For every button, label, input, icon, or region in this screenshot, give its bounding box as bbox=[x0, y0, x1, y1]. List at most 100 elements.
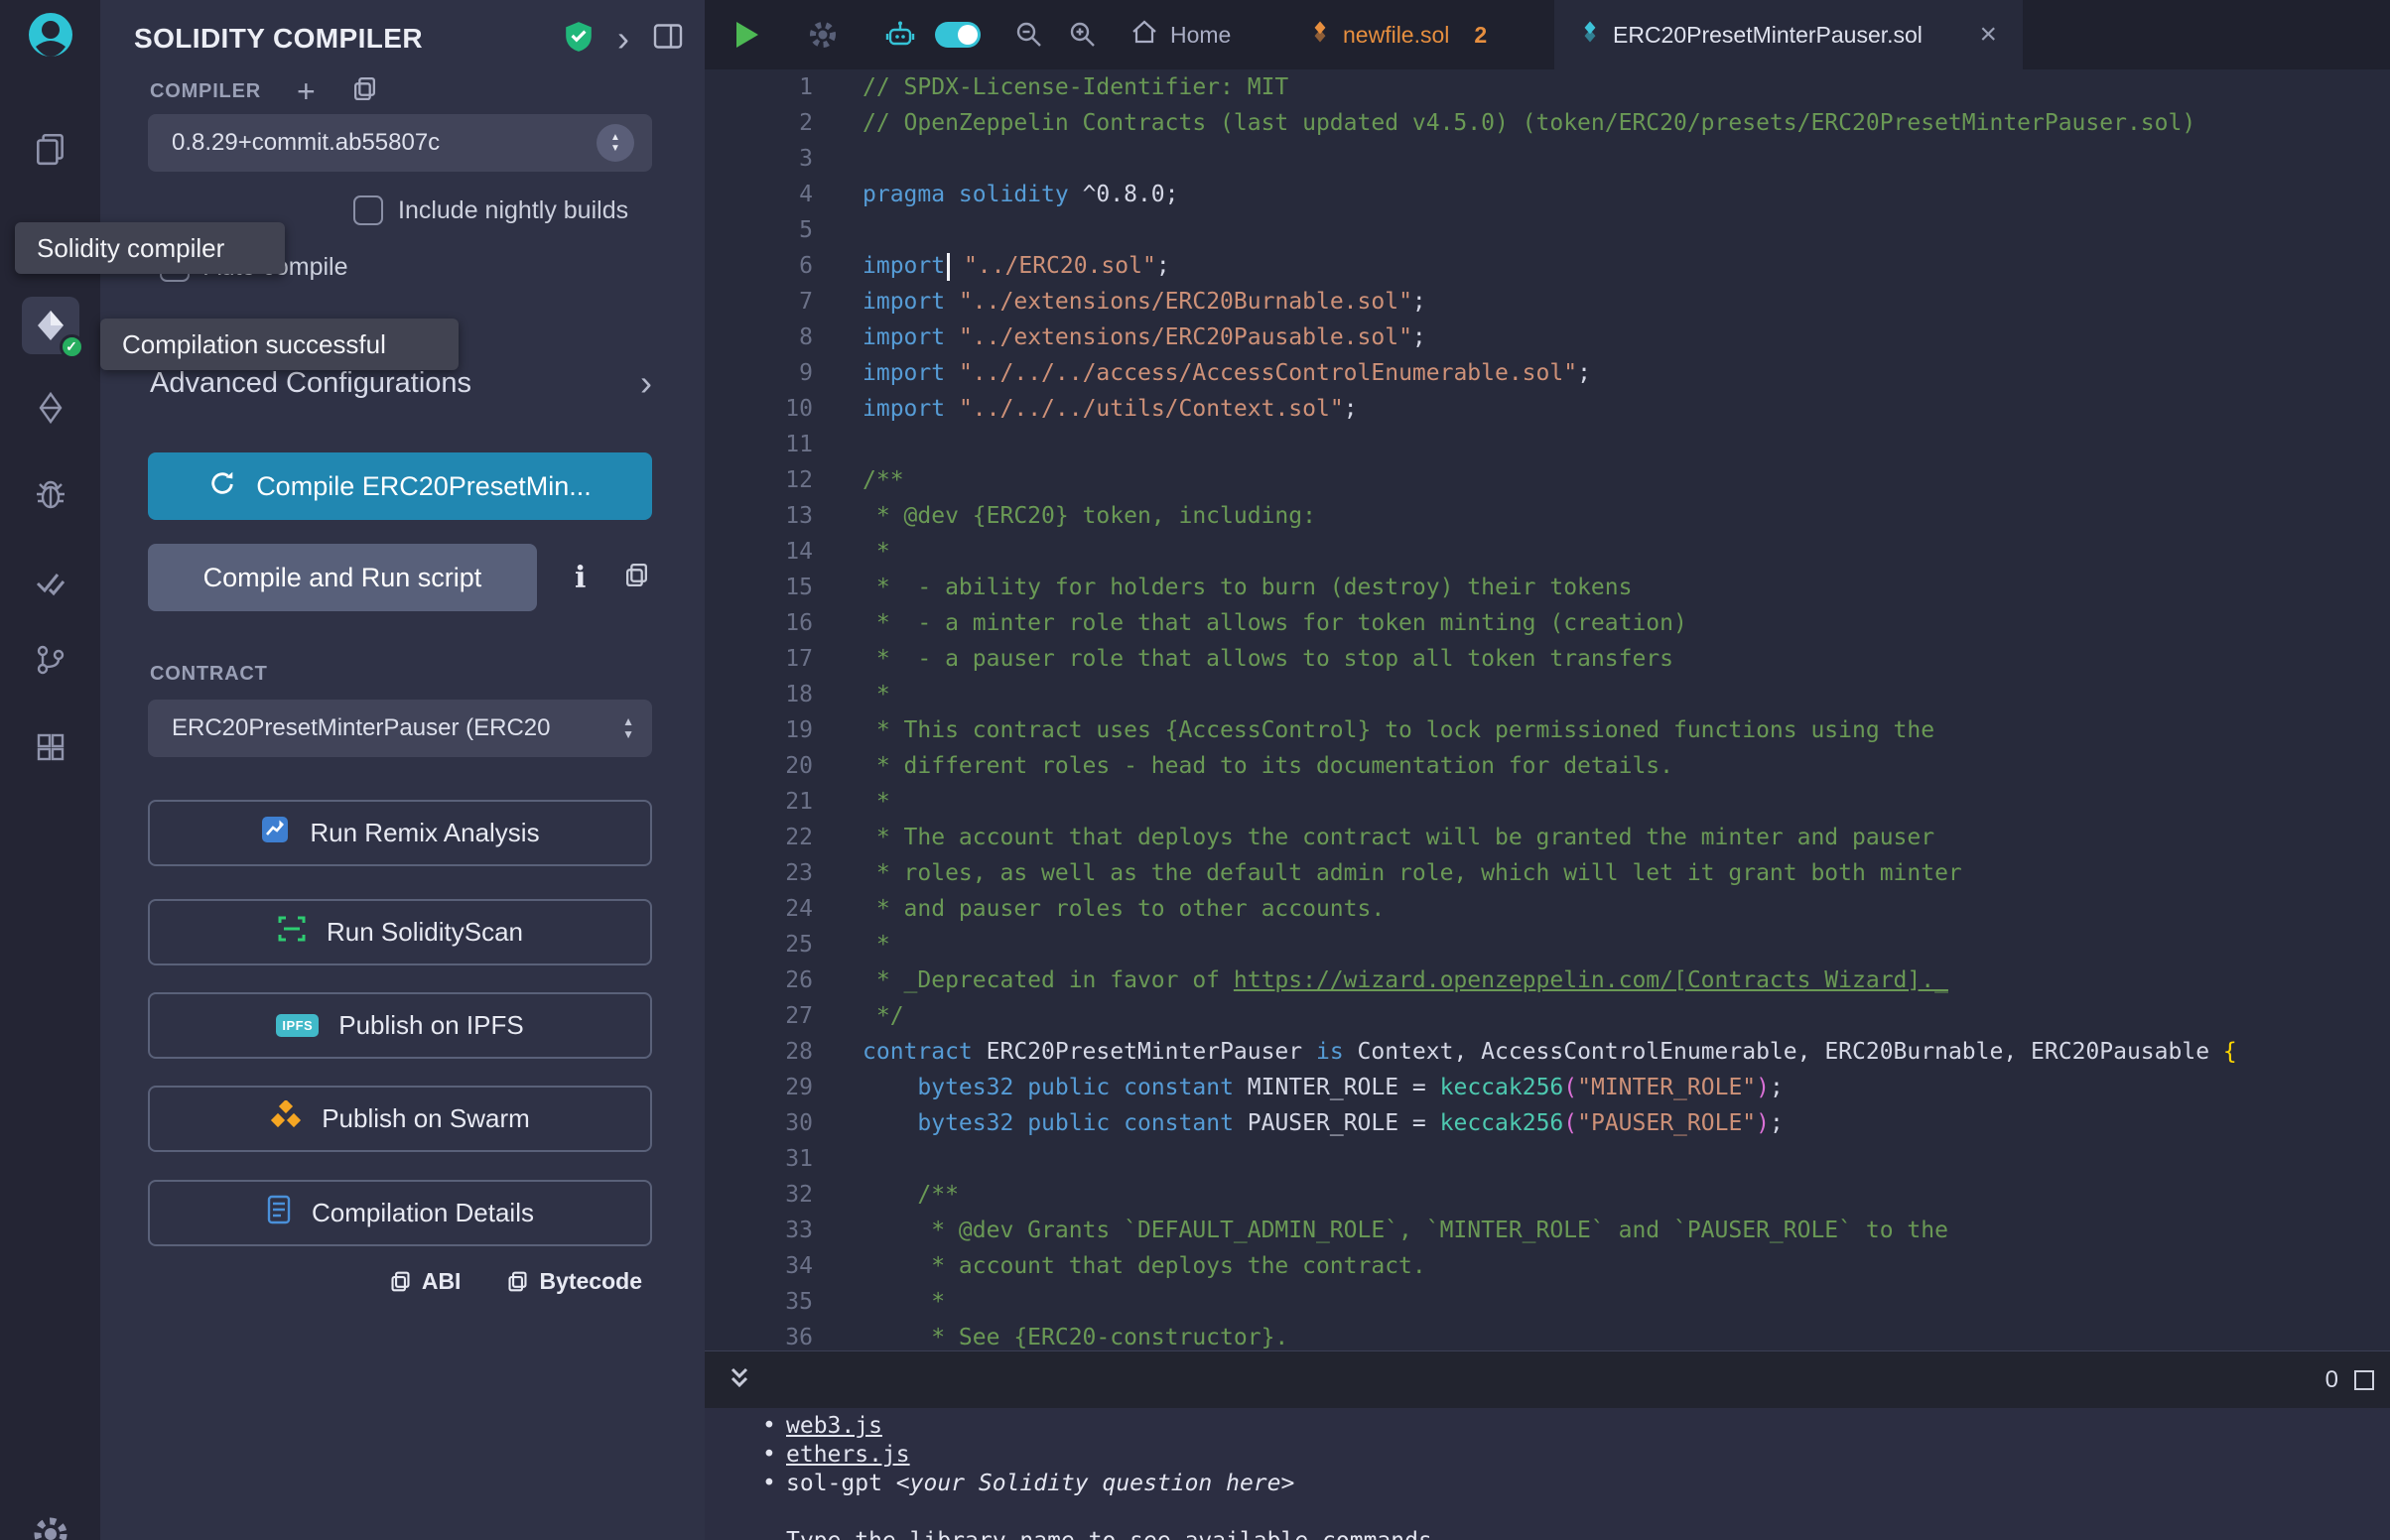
compile-and-run-button[interactable]: Compile and Run script bbox=[148, 544, 537, 611]
code-line[interactable] bbox=[863, 1141, 2390, 1177]
file-explorer-icon[interactable] bbox=[33, 131, 68, 167]
code-line[interactable]: * @dev {ERC20} token, including: bbox=[863, 498, 2390, 534]
code-line[interactable]: // OpenZeppelin Contracts (last updated … bbox=[863, 105, 2390, 141]
copy-bytecode-button[interactable]: Bytecode bbox=[506, 1268, 642, 1295]
copy-script-icon[interactable] bbox=[623, 562, 650, 593]
code-line[interactable] bbox=[863, 427, 2390, 462]
line-number[interactable]: 30 bbox=[705, 1105, 813, 1141]
line-number[interactable]: 35 bbox=[705, 1284, 813, 1320]
run-remix-analysis-button[interactable]: Run Remix Analysis bbox=[148, 800, 652, 866]
code-line[interactable]: bytes32 public constant PAUSER_ROLE = ke… bbox=[863, 1105, 2390, 1141]
compiler-version-select[interactable]: 0.8.29+commit.ab55807c ▲▼ bbox=[148, 114, 652, 172]
publish-ipfs-button[interactable]: IPFS Publish on IPFS bbox=[148, 992, 652, 1059]
line-number[interactable]: 14 bbox=[705, 534, 813, 570]
code-line[interactable]: * - a minter role that allows for token … bbox=[863, 605, 2390, 641]
pin-panel-icon[interactable] bbox=[653, 23, 683, 55]
close-tab-icon[interactable]: × bbox=[1979, 20, 1997, 50]
editor-gutter[interactable]: 1234567891011121314151617181920212223242… bbox=[705, 69, 839, 1350]
line-number[interactable]: 15 bbox=[705, 570, 813, 605]
line-number[interactable]: 28 bbox=[705, 1034, 813, 1070]
line-number[interactable]: 4 bbox=[705, 177, 813, 212]
code-line[interactable]: import "../../../utils/Context.sol"; bbox=[863, 391, 2390, 427]
code-line[interactable]: * - a pauser role that allows to stop al… bbox=[863, 641, 2390, 677]
compilation-details-button[interactable]: Compilation Details bbox=[148, 1180, 652, 1246]
plugin-manager-icon[interactable] bbox=[34, 730, 67, 764]
line-number[interactable]: 27 bbox=[705, 998, 813, 1034]
chevron-right-icon[interactable]: › bbox=[617, 21, 629, 57]
code-line[interactable] bbox=[863, 212, 2390, 248]
copy-version-icon[interactable] bbox=[351, 75, 378, 107]
git-icon[interactable] bbox=[34, 643, 67, 677]
terminal-link[interactable]: ethers.js bbox=[786, 1442, 910, 1468]
script-config-gear-icon[interactable] bbox=[808, 20, 838, 50]
code-line[interactable]: * See {ERC20-constructor}. bbox=[863, 1320, 2390, 1350]
line-number[interactable]: 21 bbox=[705, 784, 813, 820]
terminal-search-icon[interactable] bbox=[2354, 1370, 2374, 1390]
code-line[interactable]: * bbox=[863, 927, 2390, 962]
run-solidityscan-button[interactable]: Run SolidityScan bbox=[148, 899, 652, 965]
line-number[interactable]: 19 bbox=[705, 712, 813, 748]
line-number[interactable]: 3 bbox=[705, 141, 813, 177]
collapse-terminal-icon[interactable] bbox=[725, 1362, 754, 1397]
code-line[interactable]: * account that deploys the contract. bbox=[863, 1248, 2390, 1284]
code-line[interactable] bbox=[863, 141, 2390, 177]
line-number[interactable]: 17 bbox=[705, 641, 813, 677]
code-line[interactable]: import "../../../access/AccessControlEnu… bbox=[863, 355, 2390, 391]
run-script-play-icon[interactable] bbox=[732, 20, 760, 50]
tab-newfile[interactable]: newfile.sol 2 bbox=[1300, 0, 1497, 69]
code-line[interactable]: * bbox=[863, 677, 2390, 712]
code-line[interactable]: import "../extensions/ERC20Pausable.sol"… bbox=[863, 320, 2390, 355]
code-line[interactable]: contract ERC20PresetMinterPauser is Cont… bbox=[863, 1034, 2390, 1070]
line-number[interactable]: 5 bbox=[705, 212, 813, 248]
line-number[interactable]: 20 bbox=[705, 748, 813, 784]
zoom-out-icon[interactable] bbox=[1014, 20, 1044, 50]
line-number[interactable]: 11 bbox=[705, 427, 813, 462]
line-number[interactable]: 24 bbox=[705, 891, 813, 927]
line-number[interactable]: 36 bbox=[705, 1320, 813, 1350]
include-nightly-checkbox[interactable] bbox=[353, 195, 383, 225]
code-line[interactable]: import "../ERC20.sol"; bbox=[863, 248, 2390, 284]
ai-copilot-toggle[interactable] bbox=[935, 22, 981, 48]
code-line[interactable]: // SPDX-License-Identifier: MIT bbox=[863, 69, 2390, 105]
code-line[interactable]: /** bbox=[863, 1177, 2390, 1213]
tab-active-file[interactable]: ERC20PresetMinterPauser.sol × bbox=[1554, 0, 2023, 69]
add-compiler-icon[interactable]: + bbox=[297, 75, 316, 107]
code-line[interactable]: pragma solidity ^0.8.0; bbox=[863, 177, 2390, 212]
code-line[interactable]: * roles, as well as the default admin ro… bbox=[863, 855, 2390, 891]
code-line[interactable]: * - ability for holders to burn (destroy… bbox=[863, 570, 2390, 605]
line-number[interactable]: 33 bbox=[705, 1213, 813, 1248]
line-number[interactable]: 12 bbox=[705, 462, 813, 498]
copy-abi-button[interactable]: ABI bbox=[389, 1268, 462, 1295]
code-line[interactable]: /** bbox=[863, 462, 2390, 498]
line-number[interactable]: 23 bbox=[705, 855, 813, 891]
code-line[interactable]: import "../extensions/ERC20Burnable.sol"… bbox=[863, 284, 2390, 320]
advanced-configurations-toggle[interactable]: Advanced Configurations › bbox=[150, 365, 652, 401]
publish-swarm-button[interactable]: Publish on Swarm bbox=[148, 1086, 652, 1152]
code-line[interactable]: * This contract uses {AccessControl} to … bbox=[863, 712, 2390, 748]
line-number[interactable]: 22 bbox=[705, 820, 813, 855]
code-line[interactable]: * bbox=[863, 1284, 2390, 1320]
settings-icon[interactable] bbox=[31, 1514, 70, 1540]
remix-logo[interactable] bbox=[26, 10, 75, 60]
code-line[interactable]: * _Deprecated in favor of https://wizard… bbox=[863, 962, 2390, 998]
terminal-link[interactable]: web3.js bbox=[786, 1413, 882, 1439]
debugger-icon[interactable] bbox=[34, 478, 67, 512]
static-analysis-icon[interactable] bbox=[34, 566, 67, 599]
code-line[interactable]: bytes32 public constant MINTER_ROLE = ke… bbox=[863, 1070, 2390, 1105]
tab-home[interactable]: Home bbox=[1122, 0, 1241, 69]
line-number[interactable]: 13 bbox=[705, 498, 813, 534]
code-line[interactable]: * @dev Grants `DEFAULT_ADMIN_ROLE`, `MIN… bbox=[863, 1213, 2390, 1248]
line-number[interactable]: 10 bbox=[705, 391, 813, 427]
compile-button[interactable]: Compile ERC20PresetMin... bbox=[148, 452, 652, 520]
line-number[interactable]: 1 bbox=[705, 69, 813, 105]
code-editor[interactable]: 1234567891011121314151617181920212223242… bbox=[705, 69, 2390, 1350]
code-line[interactable]: * bbox=[863, 534, 2390, 570]
line-number[interactable]: 2 bbox=[705, 105, 813, 141]
editor-code[interactable]: // SPDX-License-Identifier: MIT// OpenZe… bbox=[839, 69, 2390, 1350]
line-number[interactable]: 26 bbox=[705, 962, 813, 998]
info-icon[interactable]: i bbox=[575, 561, 586, 595]
line-number[interactable]: 9 bbox=[705, 355, 813, 391]
line-number[interactable]: 6 bbox=[705, 248, 813, 284]
line-number[interactable]: 8 bbox=[705, 320, 813, 355]
code-line[interactable]: * bbox=[863, 784, 2390, 820]
